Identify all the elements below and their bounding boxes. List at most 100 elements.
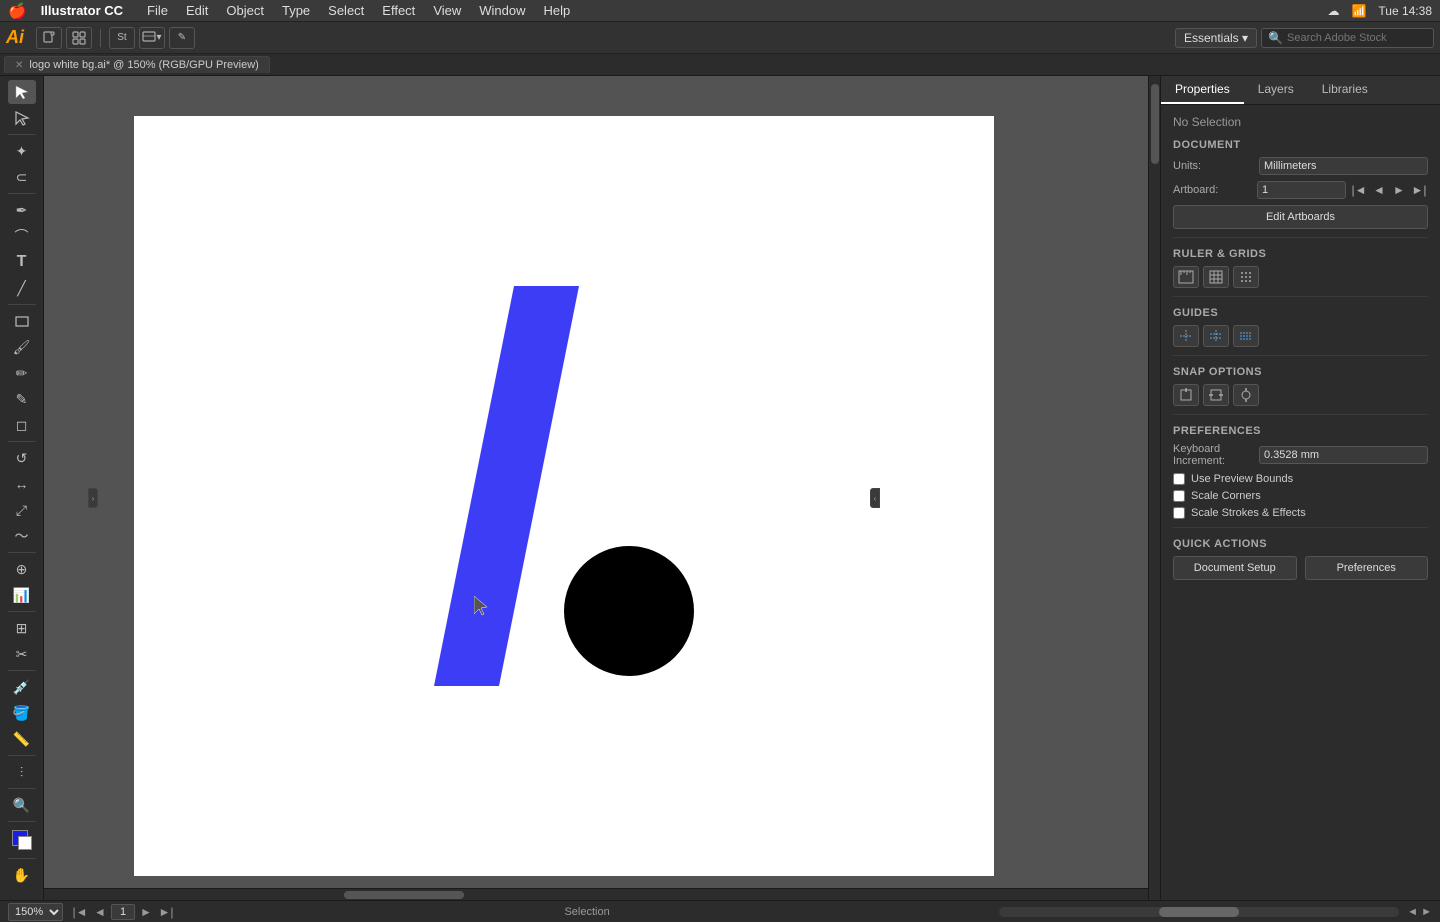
paint-bucket-tool[interactable]: 🪣 [8, 701, 36, 725]
canvas-scroll[interactable] [44, 76, 1160, 900]
use-preview-bounds-checkbox[interactable] [1173, 473, 1185, 485]
slice-tool[interactable]: ✂ [8, 642, 36, 666]
snap-icon-1[interactable] [1173, 384, 1199, 406]
use-preview-bounds-label[interactable]: Use Preview Bounds [1191, 473, 1293, 485]
edit-artboards-button[interactable]: Edit Artboards [1173, 205, 1428, 229]
status-first-btn[interactable]: |◄ [71, 903, 89, 921]
preferences-button[interactable]: Preferences [1305, 556, 1429, 580]
selection-tool[interactable] [8, 80, 36, 104]
paintbrush-tool[interactable]: 🖌 [8, 335, 36, 359]
menu-object[interactable]: Object [218, 0, 272, 22]
status-hscroll-thumb[interactable] [1159, 907, 1239, 917]
graph-tool[interactable]: 📊 [8, 583, 36, 607]
pen-tool[interactable]: ✒ [8, 198, 36, 222]
document-tab[interactable]: ✕ logo white bg.ai* @ 150% (RGB/GPU Prev… [4, 56, 270, 73]
preferences-section-title: Preferences [1173, 425, 1428, 437]
status-last-btn[interactable]: ►| [157, 903, 175, 921]
keyboard-increment-input[interactable]: 0.3528 mm [1259, 446, 1428, 464]
magic-wand-tool[interactable]: ✦ [8, 139, 36, 163]
menu-help[interactable]: Help [536, 0, 579, 22]
artboard-prev-prev[interactable]: |◄ [1350, 181, 1368, 199]
scale-corners-checkbox[interactable] [1173, 490, 1185, 502]
divider-4 [1173, 414, 1428, 415]
blend-tool[interactable]: ⫶ [8, 760, 36, 784]
guides-icon-2[interactable] [1203, 325, 1229, 347]
collapse-right-arrow[interactable]: ‹ [870, 488, 880, 508]
tab-layers[interactable]: Layers [1244, 76, 1308, 104]
search-stock[interactable]: 🔍 [1261, 28, 1434, 48]
view-toggle-btn[interactable]: ▾ [139, 27, 165, 49]
scale-strokes-label[interactable]: Scale Strokes & Effects [1191, 507, 1306, 519]
symbol-sprayer-tool[interactable]: ⊕ [8, 557, 36, 581]
artboard-select[interactable]: 1 [1257, 181, 1346, 199]
units-select[interactable]: Millimeters [1259, 157, 1428, 175]
vscroll-thumb[interactable] [1151, 84, 1159, 164]
black-circle[interactable] [564, 546, 694, 676]
snap-icon-2[interactable] [1203, 384, 1229, 406]
artboard-btn[interactable]: St [109, 27, 135, 49]
blob-brush-tool[interactable]: ✏ [8, 361, 36, 385]
curvature-tool[interactable]: ⌒ [8, 224, 36, 248]
canvas-area[interactable]: › ‹ [44, 76, 1160, 900]
menu-view[interactable]: View [425, 0, 469, 22]
scale-corners-label[interactable]: Scale Corners [1191, 490, 1261, 502]
quick-actions-title: Quick Actions [1173, 538, 1428, 550]
snap-icon-3[interactable] [1233, 384, 1259, 406]
menu-edit[interactable]: Edit [178, 0, 216, 22]
status-artboard-input[interactable]: 1 [111, 904, 135, 920]
zoom-control[interactable]: 150% [8, 903, 63, 921]
menu-file[interactable]: File [139, 0, 176, 22]
essentials-btn[interactable]: Essentials ▾ [1175, 28, 1257, 48]
menu-select[interactable]: Select [320, 0, 372, 22]
menu-window[interactable]: Window [471, 0, 533, 22]
close-tab-icon[interactable]: ✕ [15, 60, 23, 71]
pen-tool-btn[interactable]: ✎ [169, 27, 195, 49]
eyedropper-tool[interactable]: 💉 [8, 675, 36, 699]
eraser-tool[interactable]: ◻ [8, 413, 36, 437]
blue-parallelogram[interactable] [434, 286, 579, 686]
direct-selection-tool[interactable] [8, 106, 36, 130]
hscroll-thumb[interactable] [344, 891, 464, 899]
guides-icon-1[interactable] [1173, 325, 1199, 347]
guides-icon-3[interactable] [1233, 325, 1259, 347]
line-tool[interactable]: ╱ [8, 276, 36, 300]
ruler-icon-btn[interactable] [1173, 266, 1199, 288]
artboard-next-next[interactable]: ►| [1410, 181, 1428, 199]
apple-menu[interactable]: 🍎 [8, 2, 27, 20]
menu-type[interactable]: Type [274, 0, 318, 22]
zoom-tool[interactable]: 🔍 [8, 793, 36, 817]
tab-properties[interactable]: Properties [1161, 76, 1244, 104]
tab-libraries[interactable]: Libraries [1308, 76, 1382, 104]
status-next-btn[interactable]: ► [137, 903, 155, 921]
status-hscroll[interactable] [999, 907, 1399, 917]
canvas-hscrollbar[interactable] [44, 888, 1148, 900]
library-btn[interactable] [66, 27, 92, 49]
reflect-tool[interactable]: ↔ [8, 472, 36, 496]
warp-tool[interactable]: 〜 [8, 524, 36, 548]
artboard-prev[interactable]: ◄ [1370, 181, 1388, 199]
canvas-vscrollbar[interactable] [1148, 76, 1160, 900]
type-tool[interactable]: T [8, 250, 36, 274]
menu-effect[interactable]: Effect [374, 0, 423, 22]
scale-tool[interactable]: ⤢ [8, 498, 36, 522]
document-setup-button[interactable]: Document Setup [1173, 556, 1297, 580]
pencil-tool[interactable]: ✎ [8, 387, 36, 411]
lasso-tool[interactable]: ⊂ [8, 165, 36, 189]
measure-tool[interactable]: 📏 [8, 727, 36, 751]
rectangle-tool[interactable] [8, 309, 36, 333]
search-stock-input[interactable] [1287, 32, 1427, 44]
collapse-left-arrow[interactable]: › [88, 488, 98, 508]
new-document-btn[interactable] [36, 27, 62, 49]
hand-tool[interactable]: ✋ [8, 863, 36, 887]
artboard-next[interactable]: ► [1390, 181, 1408, 199]
fill-stroke-colors[interactable] [8, 826, 36, 854]
grid-icon-btn[interactable] [1203, 266, 1229, 288]
scale-strokes-checkbox[interactable] [1173, 507, 1185, 519]
tool-sep-7 [8, 670, 36, 671]
rotate-tool[interactable]: ↺ [8, 446, 36, 470]
scroll-arrows[interactable]: ◄ ► [1407, 906, 1432, 918]
dots-grid-icon-btn[interactable] [1233, 266, 1259, 288]
artboard-tool[interactable]: ⊞ [8, 616, 36, 640]
status-prev-btn[interactable]: ◄ [91, 903, 109, 921]
zoom-select[interactable]: 150% [8, 903, 63, 921]
